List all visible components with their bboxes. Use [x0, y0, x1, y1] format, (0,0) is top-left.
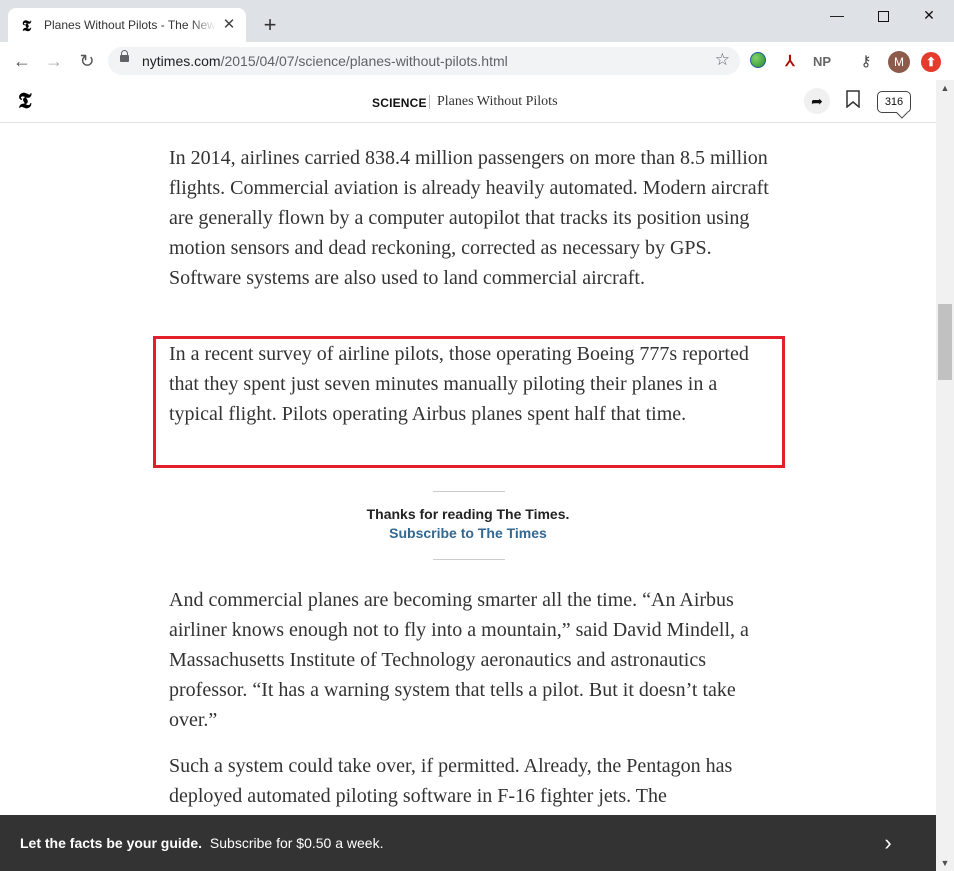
banner-bold-text: Let the facts be your guide.	[20, 835, 203, 851]
chevron-right-icon[interactable]: ›	[876, 829, 900, 857]
window-minimize-button[interactable]: —	[814, 0, 860, 30]
article-paragraph: And commercial planes are becoming smart…	[169, 589, 749, 731]
scroll-down-icon[interactable]: ▼	[936, 855, 954, 871]
url-text[interactable]: nytimes.com/2015/04/07/science/planes-wi…	[142, 53, 508, 69]
new-tab-button[interactable]: +	[258, 13, 282, 37]
lock-icon	[120, 50, 129, 62]
key-icon[interactable]: ⚷	[856, 52, 876, 72]
subscription-banner[interactable]: Let the facts be your guide. Subscribe f…	[0, 815, 936, 871]
site-header: 𝕿 SCIENCE Planes Without Pilots ➦ 316	[0, 80, 936, 123]
promo-divider	[433, 559, 505, 560]
banner-text: Let the facts be your guide. Subscribe f…	[20, 835, 383, 851]
subscribe-link: Subscribe to The Times	[0, 525, 936, 541]
promo-divider	[433, 491, 505, 492]
address-bar[interactable]: nytimes.com/2015/04/07/science/planes-wi…	[108, 47, 740, 75]
promo-thanks-text: Thanks for reading The Times.	[366, 506, 570, 522]
profile-avatar[interactable]: M	[888, 51, 910, 73]
vertical-scrollbar[interactable]: ▲ ▼	[936, 80, 954, 871]
update-icon[interactable]: ⬆	[921, 52, 941, 72]
bookmark-icon[interactable]	[846, 90, 860, 108]
section-link[interactable]: SCIENCE	[372, 96, 427, 110]
share-icon[interactable]: ➦	[804, 88, 830, 114]
banner-offer-text: Subscribe for $0.50 a week.	[209, 835, 384, 851]
tab-title: Planes Without Pilots - The New York Tim…	[44, 18, 216, 32]
window-maximize-button[interactable]	[860, 0, 906, 30]
pdf-extension-icon[interactable]: ⅄	[780, 52, 800, 72]
np-extension-icon[interactable]: NP	[810, 52, 834, 72]
comments-button[interactable]: 316	[877, 91, 911, 113]
header-article-title: Planes Without Pilots	[437, 94, 558, 109]
header-divider	[429, 95, 430, 109]
window-close-button[interactable]: ✕	[906, 0, 952, 30]
subscribe-link-text[interactable]: Subscribe to The Times	[389, 525, 547, 541]
tab-strip: 𝕿 Planes Without Pilots - The New York T…	[0, 0, 954, 42]
reload-icon[interactable]: ↻	[75, 49, 99, 73]
article-paragraph: Such a system could take over, if permit…	[169, 755, 733, 807]
browser-tab[interactable]: 𝕿 Planes Without Pilots - The New York T…	[8, 8, 246, 42]
highlighted-paragraph: In a recent survey of airline pilots, th…	[169, 343, 749, 425]
tab-close-icon[interactable]: ✕	[220, 16, 238, 34]
nyt-favicon-icon: 𝕿	[22, 17, 32, 35]
bookmark-star-icon[interactable]: ☆	[715, 50, 730, 70]
scroll-up-icon[interactable]: ▲	[936, 80, 954, 96]
back-arrow-icon[interactable]: ←	[10, 49, 34, 73]
article-paragraph: In 2014, airlines carried 838.4 million …	[169, 147, 769, 289]
forward-arrow-icon[interactable]: →	[42, 49, 66, 73]
browser-toolbar: ← → ↻ nytimes.com/2015/04/07/science/pla…	[0, 42, 954, 81]
nyt-logo-icon[interactable]: 𝕿	[18, 88, 32, 114]
scrollbar-thumb[interactable]	[938, 304, 952, 380]
globe-extension-icon[interactable]	[748, 52, 768, 72]
